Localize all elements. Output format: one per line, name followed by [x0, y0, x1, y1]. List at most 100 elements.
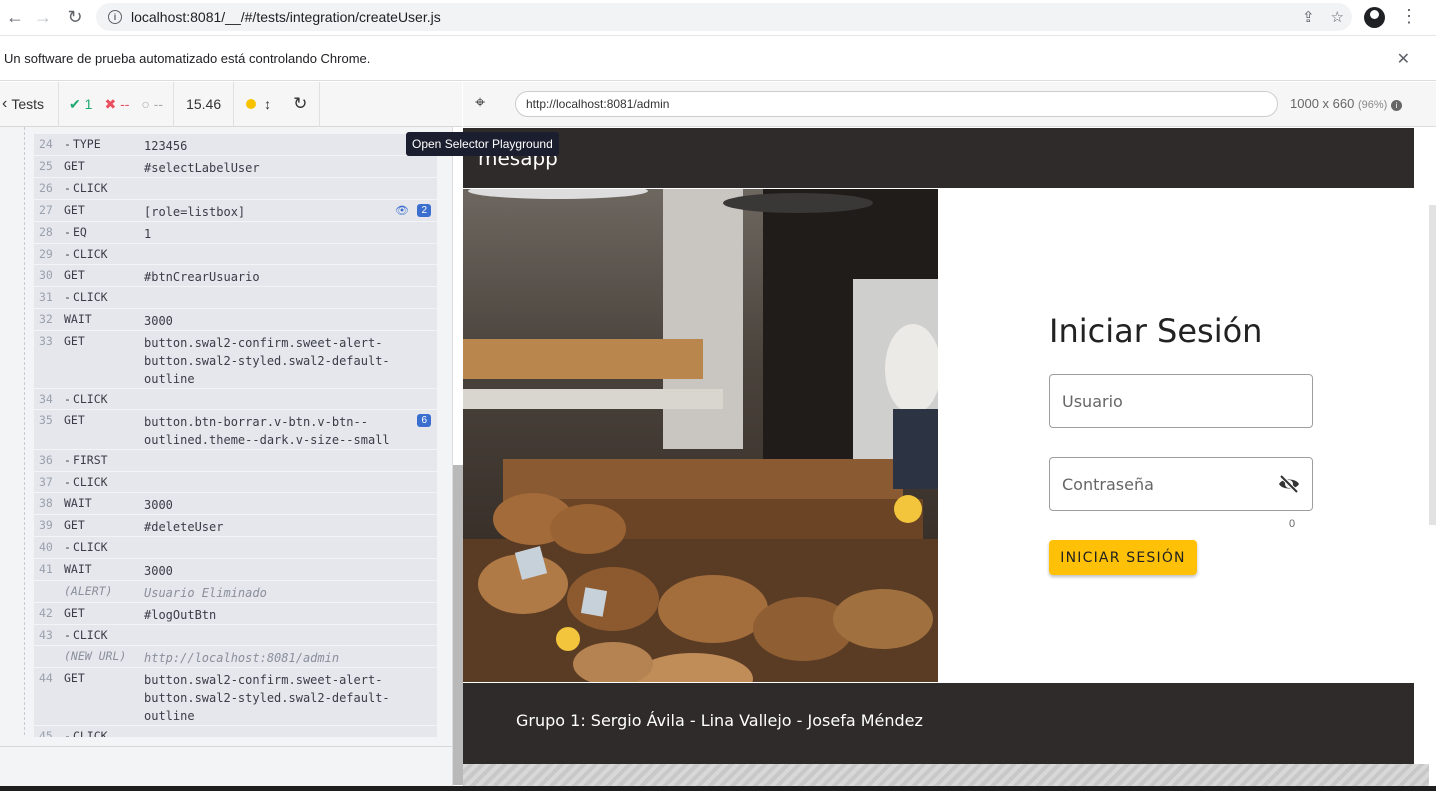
login-button[interactable]: INICIAR SESIÓN — [1049, 540, 1197, 575]
command-message — [144, 729, 437, 737]
command-number: 39 — [39, 518, 53, 532]
test-stats: ✔ 1 ✖ -- ○ -- — [59, 81, 175, 127]
reporter-controls: ↕ ↻ — [234, 81, 321, 127]
command-message — [144, 475, 437, 493]
command-row[interactable]: 39 GET #deleteUser — [34, 515, 437, 537]
command-row[interactable]: 38 WAIT 3000 — [34, 493, 437, 515]
forward-arrow-icon[interactable]: → — [28, 3, 58, 33]
command-name: GET — [64, 413, 85, 427]
command-row[interactable]: 41 WAIT 3000 — [34, 559, 437, 581]
command-row[interactable]: 33 GET button.swal2-confirm.sweet-alert- b… — [34, 331, 437, 389]
command-message — [144, 540, 437, 558]
window-edge — [0, 786, 1436, 791]
command-row[interactable]: 35 GET button.btn-borrar.v-btn.v-btn-- out… — [34, 410, 437, 450]
kebab-menu-icon[interactable]: ⋮ — [1400, 6, 1418, 27]
command-message: 3000 — [144, 498, 173, 512]
command-number: 44 — [39, 671, 53, 685]
command-name: GET — [64, 202, 85, 217]
command-row[interactable]: 42 GET #logOutBtn — [34, 603, 437, 625]
address-url[interactable]: localhost:8081/__/#/tests/integration/cr… — [131, 9, 441, 25]
site-info-icon[interactable]: i — [108, 10, 122, 24]
command-row[interactable]: 37 CLICK — [34, 472, 437, 493]
password-placeholder: Contraseña — [1062, 474, 1154, 494]
auto-scroll-icon[interactable]: ↕ — [264, 96, 271, 112]
command-message: http://localhost:8081/admin — [144, 651, 340, 665]
command-row[interactable]: 28 EQ1 — [34, 222, 437, 244]
rerun-icon[interactable]: ↻ — [293, 94, 307, 114]
command-row[interactable]: 29 CLICK — [34, 244, 437, 265]
command-log: 24TYPE12345625GET#selectLabelUser26CLICK… — [34, 134, 437, 737]
cypress-reporter: ‹ Tests ✔ 1 ✖ -- ○ -- 15.46 ↕ ↻ 24TYPE12… — [0, 81, 462, 791]
command-number: 31 — [39, 290, 53, 304]
passed-value: 1 — [84, 95, 93, 112]
command-name: GET — [64, 518, 85, 532]
command-row[interactable]: 45 CLICK — [34, 726, 437, 737]
command-message: #logOutBtn — [144, 607, 217, 622]
command-number: 38 — [39, 496, 53, 510]
command-number: 34 — [39, 391, 53, 406]
command-number: 36 — [39, 453, 53, 467]
command-name: GET — [64, 333, 85, 348]
username-placeholder: Usuario — [1062, 391, 1123, 411]
app-bar: mesapp — [463, 128, 1414, 188]
tests-label: Tests — [11, 96, 45, 112]
command-number: 29 — [39, 246, 53, 261]
command-row[interactable]: 43 CLICK — [34, 625, 437, 646]
aut-resize-area — [463, 764, 1429, 786]
command-message: 3000 — [144, 313, 173, 328]
selector-playground-icon[interactable]: ⌖ — [475, 92, 485, 113]
command-number — [34, 649, 64, 667]
reload-icon[interactable]: ↻ — [60, 3, 90, 33]
command-name: CLICK — [64, 290, 144, 308]
command-name: CLICK — [64, 475, 144, 493]
chevron-left-icon: ‹ — [2, 95, 8, 112]
command-number: 24 — [39, 137, 53, 151]
command-row[interactable]: 32 WAIT 3000 — [34, 309, 437, 331]
circle-icon: ○ — [141, 96, 150, 112]
command-name: GET — [64, 159, 85, 173]
command-name: CLICK — [64, 628, 144, 646]
command-message: button.swal2-confirm.sweet-alert- button… — [144, 335, 390, 386]
tests-button[interactable]: ‹ Tests — [0, 81, 60, 127]
password-input[interactable]: Contraseña — [1049, 457, 1313, 511]
address-bar[interactable]: i localhost:8081/__/#/tests/integration/… — [96, 3, 1352, 31]
status-dot-icon — [246, 99, 257, 109]
profile-avatar-icon[interactable] — [1364, 7, 1385, 28]
command-message: button.btn-borrar.v-btn.v-btn-- outlined… — [144, 415, 390, 447]
eye-off-icon[interactable] — [1278, 474, 1300, 498]
command-row[interactable]: 34 CLICK — [34, 389, 437, 410]
command-name: TYPE — [64, 137, 144, 155]
reporter-scrollbar[interactable] — [453, 465, 463, 785]
footer-text: Grupo 1: Sergio Ávila - Lina Vallejo - J… — [516, 711, 923, 730]
selector-tooltip: Open Selector Playground — [406, 132, 559, 156]
command-number: 27 — [39, 202, 53, 217]
command-name: CLICK — [64, 540, 144, 558]
close-icon[interactable]: ✕ — [1397, 49, 1410, 69]
aut-header: ⌖ http://localhost:8081/admin 1000 x 660… — [463, 82, 1436, 127]
command-row[interactable]: (ALERT) Usuario Eliminado — [34, 581, 437, 603]
reporter-divider — [0, 746, 453, 747]
command-row[interactable]: 24 TYPE123456 — [34, 134, 437, 156]
command-row[interactable]: 36 FIRST — [34, 450, 437, 472]
command-row[interactable]: 44 GET button.swal2-confirm.sweet-alert- b… — [34, 668, 437, 726]
back-arrow-icon[interactable]: ← — [0, 3, 30, 33]
command-row[interactable]: (NEW URL) http://localhost:8081/admin — [34, 646, 437, 668]
command-row[interactable]: 26 CLICK — [34, 178, 437, 200]
bookmark-star-icon[interactable]: ☆ — [1331, 8, 1344, 26]
command-row[interactable]: 25 GET #selectLabelUser — [34, 156, 437, 178]
command-row[interactable]: 30 GET #btnCrearUsuario — [34, 265, 437, 287]
info-icon[interactable]: i — [1390, 100, 1402, 111]
element-count-badge: 2 — [417, 203, 431, 217]
command-number: 25 — [39, 159, 53, 173]
check-icon: ✔ — [69, 95, 81, 112]
failed-count: ✖ -- — [104, 96, 129, 113]
command-row[interactable]: 27 GET [role=listbox] 👁 2 — [34, 200, 437, 222]
page-scrollbar[interactable] — [1429, 205, 1436, 525]
command-number: 45 — [39, 729, 53, 737]
command-row[interactable]: 31 CLICK — [34, 287, 437, 309]
username-input[interactable]: Usuario — [1049, 374, 1313, 428]
share-icon[interactable]: ⇪ — [1302, 8, 1315, 26]
command-row[interactable]: 40 CLICK — [34, 537, 437, 559]
bakery-photo — [463, 189, 938, 682]
command-number: 40 — [39, 540, 53, 554]
